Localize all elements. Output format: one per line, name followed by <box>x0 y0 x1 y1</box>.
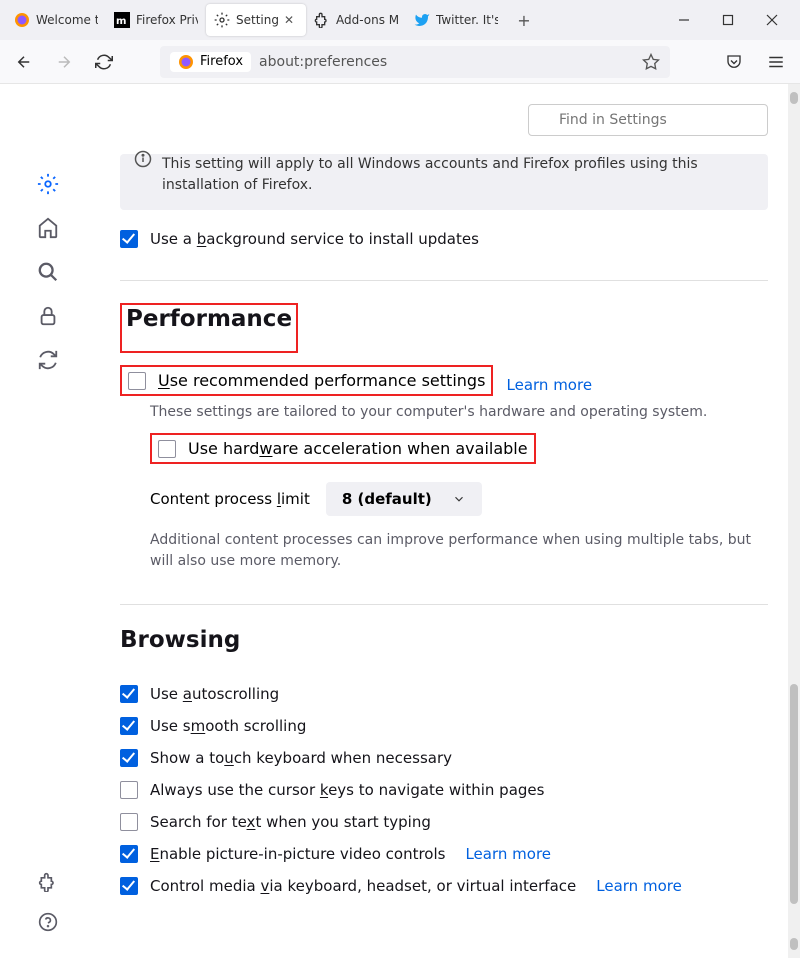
sidebar-general-icon[interactable] <box>36 172 60 196</box>
notice-line2: installation of Firefox. <box>162 175 748 196</box>
gear-icon <box>214 12 230 28</box>
find-in-settings-input[interactable] <box>528 104 768 136</box>
touch-kb-label: Show a touch keyboard when necessary <box>150 749 452 767</box>
process-limit-label: Content process limit <box>150 490 310 508</box>
tab-twitter[interactable]: Twitter. It's <box>406 4 506 36</box>
browsing-heading: Browsing <box>120 627 240 653</box>
reload-button[interactable] <box>90 48 118 76</box>
scroll-thumb[interactable] <box>790 684 798 904</box>
sidebar-help-icon[interactable] <box>36 910 60 934</box>
tab-privacy[interactable]: m Firefox Priv <box>106 4 206 36</box>
url-bar[interactable]: Firefox about:preferences <box>160 46 670 78</box>
touch-kb-checkbox[interactable] <box>120 749 138 767</box>
bg-service-label: Use a background service to install upda… <box>150 230 479 248</box>
sidebar-sync-icon[interactable] <box>36 348 60 372</box>
smooth-scroll-checkbox[interactable] <box>120 717 138 735</box>
process-limit-value: 8 (default) <box>342 490 432 508</box>
pip-label: Enable picture-in-picture video controls <box>150 845 445 863</box>
scrollbar[interactable] <box>788 84 800 958</box>
media-checkbox[interactable] <box>120 877 138 895</box>
search-text-label: Search for text when you start typing <box>150 813 431 831</box>
minimize-button[interactable] <box>674 10 694 30</box>
bg-service-checkbox[interactable] <box>120 230 138 248</box>
scroll-up-arrow[interactable] <box>790 92 798 104</box>
svg-text:m: m <box>116 16 126 27</box>
sidebar-privacy-icon[interactable] <box>36 304 60 328</box>
tab-label: Welcome t <box>36 13 98 27</box>
maximize-button[interactable] <box>718 10 738 30</box>
scroll-down-arrow[interactable] <box>790 938 798 950</box>
media-label: Control media via keyboard, headset, or … <box>150 877 576 895</box>
smooth-scroll-label: Use smooth scrolling <box>150 717 306 735</box>
close-icon[interactable]: ✕ <box>284 13 298 27</box>
process-limit-select[interactable]: 8 (default) <box>326 482 482 516</box>
separator <box>120 604 768 605</box>
toolbar-right <box>720 48 790 76</box>
tab-label: Twitter. It's <box>436 13 498 27</box>
search-text-checkbox[interactable] <box>120 813 138 831</box>
bg-service-row: Use a background service to install upda… <box>120 230 768 248</box>
performance-heading: Performance <box>126 306 292 332</box>
perf-tailored-text: These settings are tailored to your comp… <box>150 402 768 423</box>
tab-addons[interactable]: Add-ons M <box>306 4 406 36</box>
pip-checkbox[interactable] <box>120 845 138 863</box>
url-text: about:preferences <box>259 54 634 70</box>
info-notice: This setting will apply to all Windows a… <box>120 154 768 210</box>
media-learn-more-link[interactable]: Learn more <box>596 877 682 895</box>
perf-learn-more-link[interactable]: Learn more <box>507 376 593 394</box>
close-window-button[interactable] <box>762 10 782 30</box>
forward-button[interactable] <box>50 48 78 76</box>
cursor-keys-label: Always use the cursor keys to navigate w… <box>150 781 544 799</box>
identity-box[interactable]: Firefox <box>170 52 251 72</box>
info-icon <box>134 150 152 168</box>
recommended-perf-checkbox[interactable] <box>128 372 146 390</box>
notice-line1: This setting will apply to all Windows a… <box>162 154 748 175</box>
tab-label: Settings <box>236 13 278 27</box>
tab-label: Firefox Priv <box>136 13 198 27</box>
puzzle-icon <box>314 12 330 28</box>
back-button[interactable] <box>10 48 38 76</box>
perf-note: Additional content processes can improve… <box>150 530 768 572</box>
chevron-down-icon <box>452 492 466 506</box>
process-limit-row: Content process limit 8 (default) <box>150 482 768 516</box>
identity-label: Firefox <box>200 54 243 69</box>
settings-sidebar <box>0 84 96 958</box>
settings-main: This setting will apply to all Windows a… <box>96 84 788 958</box>
pip-learn-more-link[interactable]: Learn more <box>465 845 551 863</box>
mozilla-icon: m <box>114 12 130 28</box>
autoscroll-label: Use autoscrolling <box>150 685 279 703</box>
firefox-icon <box>14 12 30 28</box>
autoscroll-checkbox[interactable] <box>120 685 138 703</box>
hw-accel-label: Use hardware acceleration when available <box>188 439 528 458</box>
bookmark-star-icon[interactable] <box>642 53 660 71</box>
cursor-keys-checkbox[interactable] <box>120 781 138 799</box>
firefox-icon <box>178 54 194 70</box>
tab-label: Add-ons M <box>336 13 398 27</box>
pocket-icon[interactable] <box>720 48 748 76</box>
tab-strip: Welcome t m Firefox Priv Settings ✕ Add-… <box>0 0 800 40</box>
toolbar: Firefox about:preferences <box>0 40 800 84</box>
window-controls <box>674 10 794 30</box>
twitter-icon <box>414 12 430 28</box>
tab-welcome[interactable]: Welcome t <box>6 4 106 36</box>
sidebar-search-icon[interactable] <box>36 260 60 284</box>
hw-accel-checkbox[interactable] <box>158 440 176 458</box>
tab-settings[interactable]: Settings ✕ <box>206 4 306 36</box>
sidebar-home-icon[interactable] <box>36 216 60 240</box>
separator <box>120 280 768 281</box>
new-tab-button[interactable]: + <box>510 6 538 34</box>
app-menu-icon[interactable] <box>762 48 790 76</box>
recommended-perf-label: Use recommended performance settings <box>158 371 485 390</box>
sidebar-extensions-icon[interactable] <box>36 870 60 894</box>
